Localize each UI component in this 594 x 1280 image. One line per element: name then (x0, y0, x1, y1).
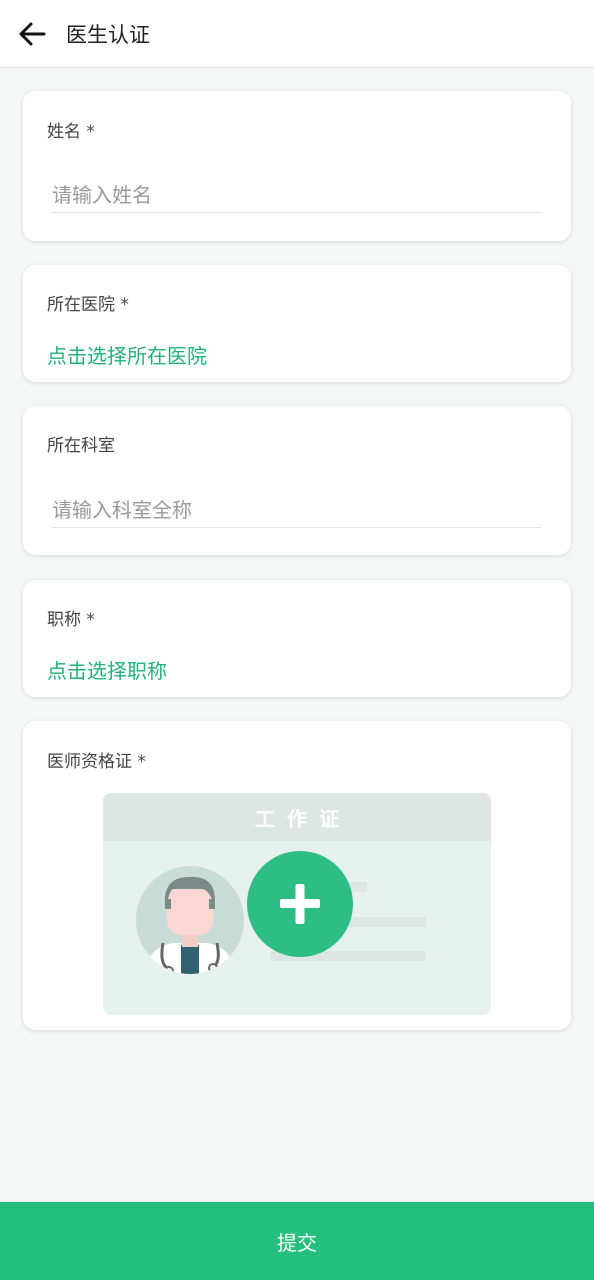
submit-button[interactable]: 提交 (0, 1202, 594, 1280)
title-label: 职称 * (47, 610, 95, 630)
name-input[interactable] (52, 177, 542, 213)
arrow-left-icon (19, 22, 46, 45)
department-label: 所在科室 (47, 436, 115, 456)
title-picker[interactable]: 点击选择职称 (47, 655, 167, 684)
name-label: 姓名 * (47, 122, 95, 142)
plus-circle-icon[interactable] (246, 850, 354, 958)
hospital-label: 所在医院 * (47, 295, 129, 315)
back-button[interactable] (2, 0, 62, 68)
name-card: 姓名 * (23, 91, 571, 241)
top-bar: 医生认证 (0, 0, 594, 68)
title-card: 职称 * 点击选择职称 (23, 580, 571, 697)
doctor-avatar-icon (136, 866, 244, 974)
page-title: 医生认证 (66, 22, 150, 47)
certificate-label: 医师资格证 * (47, 752, 146, 772)
certificate-card: 医师资格证 * 工作证 (23, 721, 571, 1030)
department-card: 所在科室 (23, 406, 571, 555)
certificate-upload[interactable]: 工作证 (103, 793, 491, 1015)
hospital-card: 所在医院 * 点击选择所在医院 (23, 265, 571, 382)
certificate-card-heading: 工作证 (103, 793, 491, 841)
department-input[interactable] (52, 492, 542, 528)
hospital-picker[interactable]: 点击选择所在医院 (47, 340, 207, 369)
